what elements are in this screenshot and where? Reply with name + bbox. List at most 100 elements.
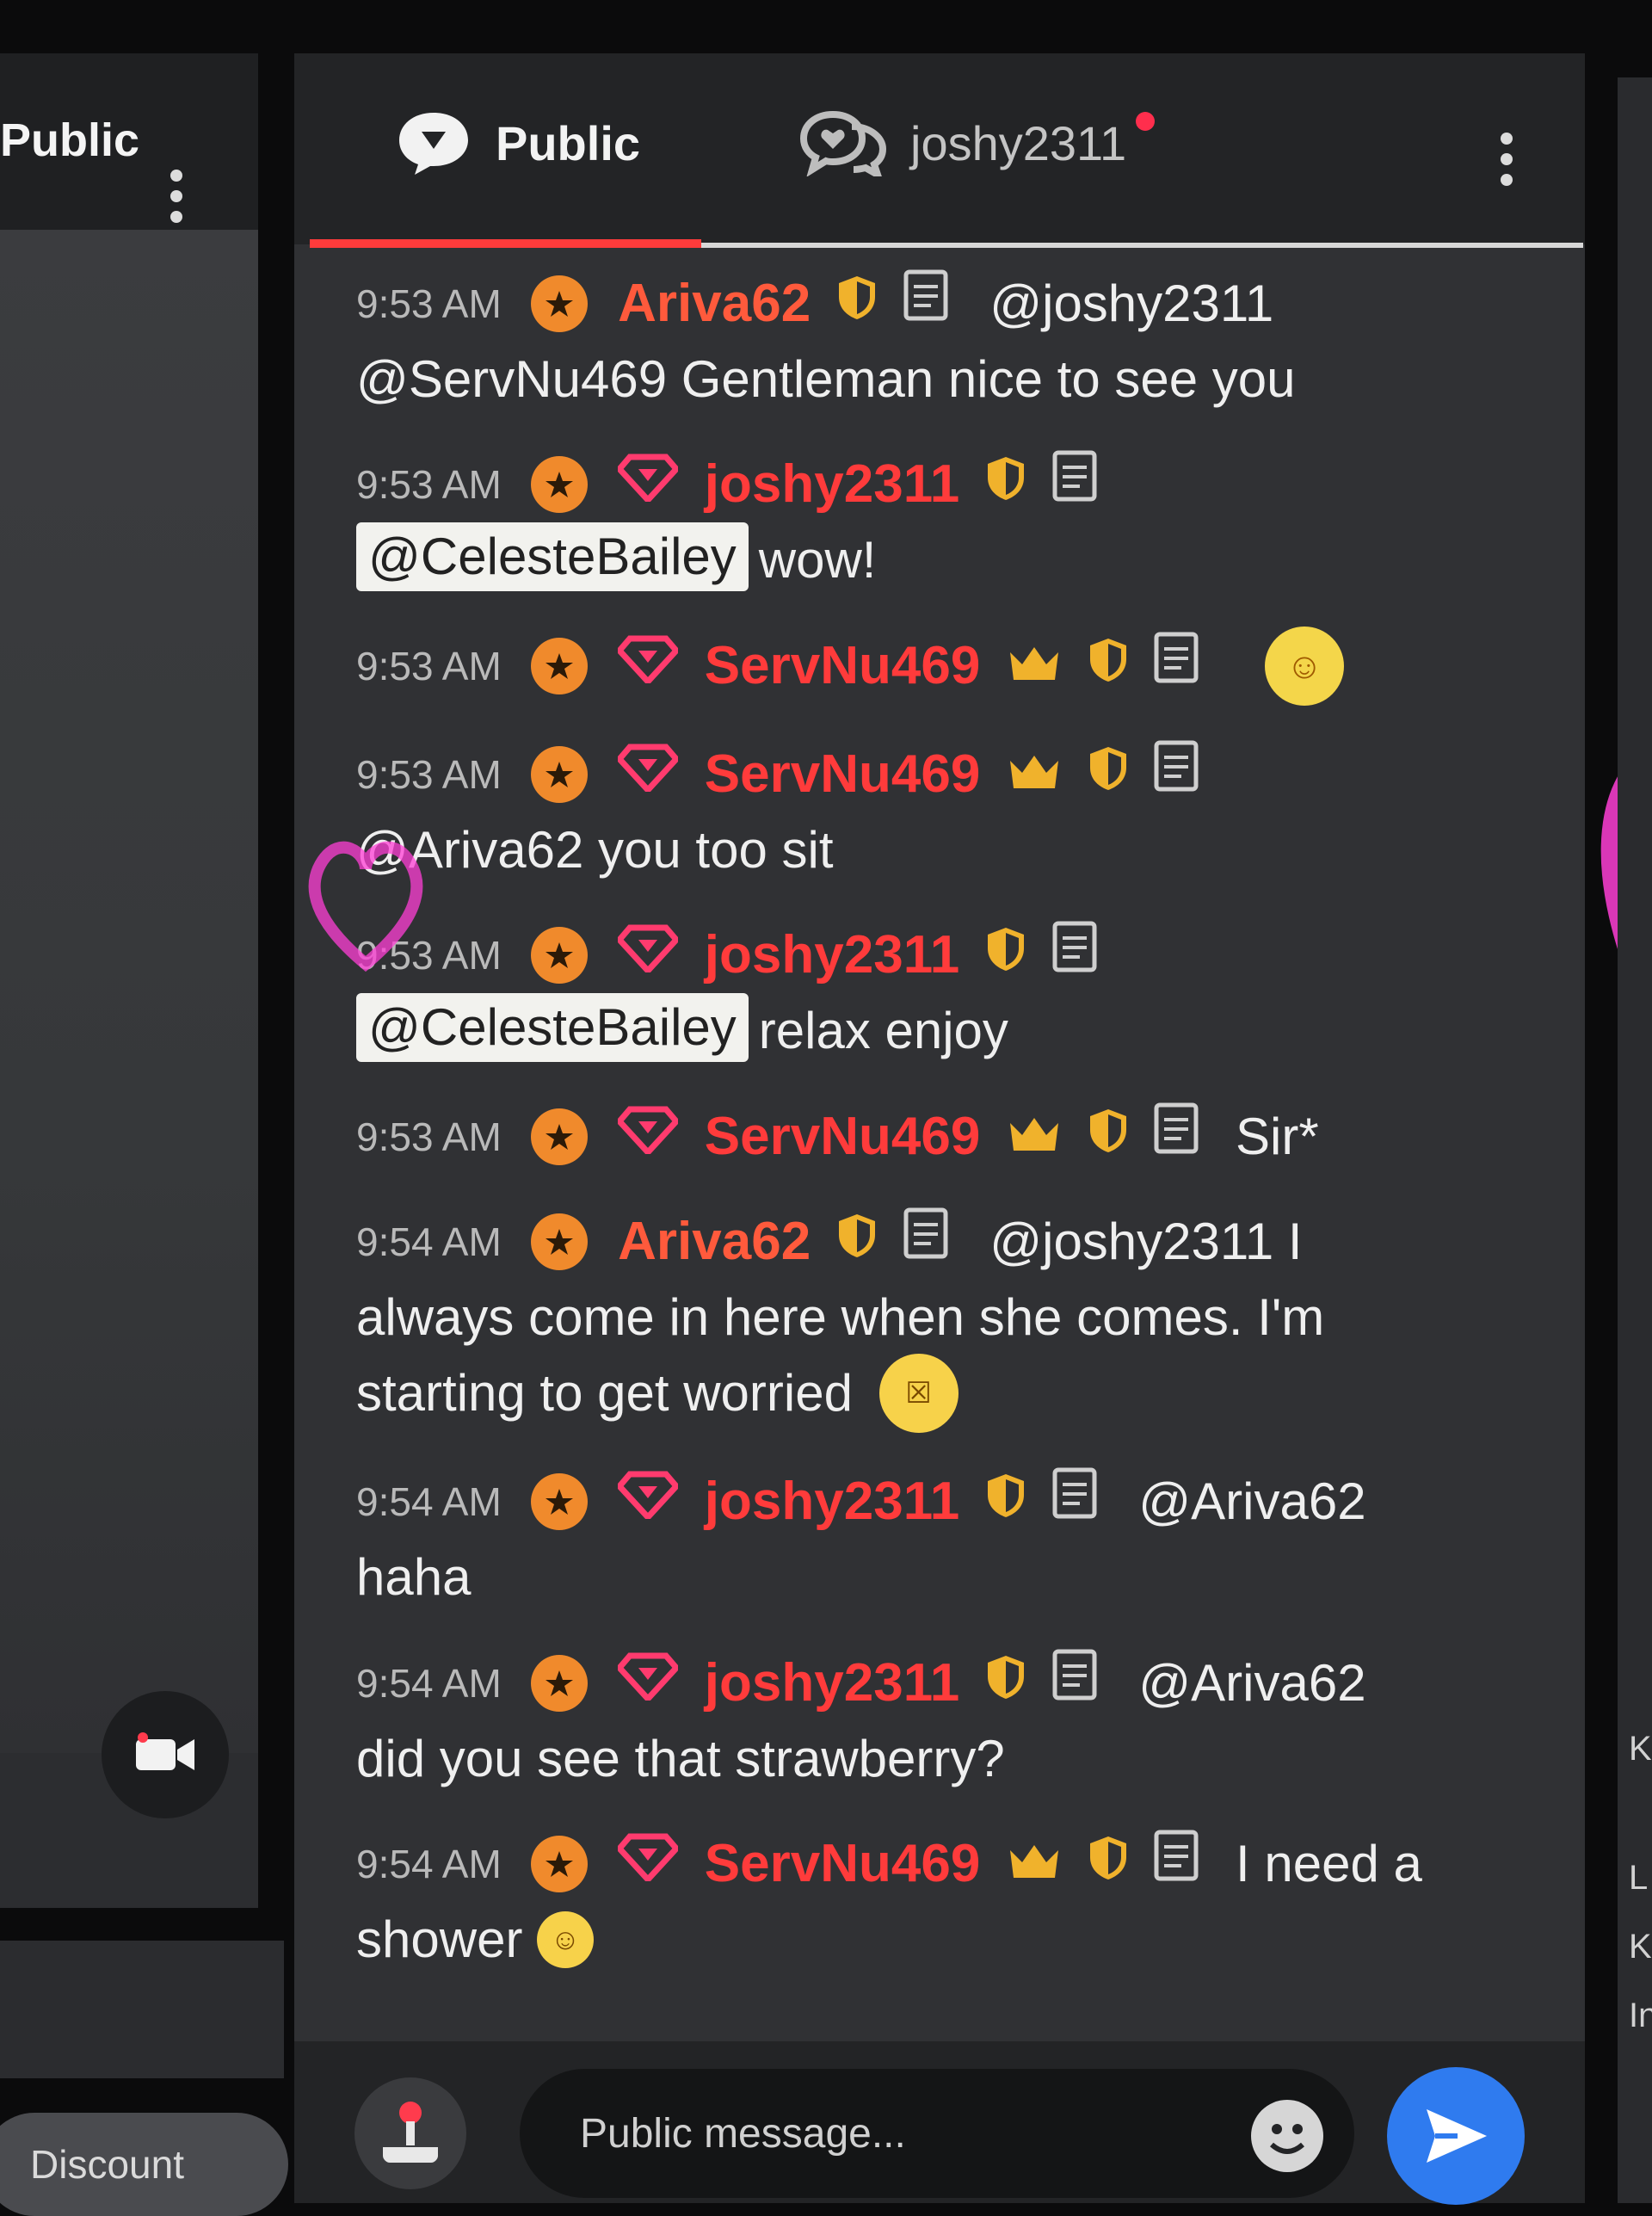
message-text: did you see that strawberry?: [356, 1729, 1005, 1787]
star-badge-icon: [531, 927, 589, 985]
message-time: 9:53 AM: [356, 643, 502, 688]
send-button[interactable]: [1387, 2067, 1525, 2205]
diamond-badge-icon: [615, 1647, 681, 1719]
game-button[interactable]: [354, 2077, 466, 2189]
message-text: @joshy2311 I: [989, 1212, 1303, 1270]
note-icon[interactable]: [903, 268, 948, 340]
username[interactable]: ServNu469: [705, 636, 981, 695]
chat-panel: Public joshy2311 9:53 AM Ariva62 @joshy2…: [294, 53, 1585, 2205]
username[interactable]: Ariva62: [618, 1212, 811, 1271]
note-icon[interactable]: [1052, 1647, 1097, 1719]
message-time: 9:53 AM: [356, 462, 502, 508]
message-text: always come in here when she comes. I'm: [356, 1287, 1325, 1346]
left-more-icon[interactable]: [170, 170, 182, 223]
diamond-badge-icon: [615, 448, 681, 521]
username[interactable]: Ariva62: [618, 274, 811, 333]
right-panel-text: In: [1629, 1997, 1652, 2034]
neon-heart-left: [308, 841, 423, 972]
star-badge-icon: [531, 1213, 589, 1270]
message-text: @Ariva62: [1138, 1472, 1366, 1531]
shield-icon: [1088, 1828, 1128, 1900]
username[interactable]: ServNu469: [705, 1107, 981, 1166]
note-icon[interactable]: [1052, 448, 1097, 521]
note-icon[interactable]: [1052, 1466, 1097, 1538]
username[interactable]: joshy2311: [705, 925, 959, 985]
message-time: 9:54 AM: [356, 1841, 502, 1886]
chat-message: 9:53 AM ServNu469 @Ariva62 you too sit: [356, 735, 1529, 886]
note-icon[interactable]: [1052, 919, 1097, 991]
message-text: @Ariva62: [1138, 1653, 1366, 1712]
shield-icon: [986, 919, 1026, 991]
message-list[interactable]: 9:53 AM Ariva62 @joshy2311 @ServNu469 Ge…: [294, 264, 1585, 2037]
tab-private-chat[interactable]: joshy2311: [800, 109, 1126, 176]
shield-icon: [1088, 1101, 1128, 1173]
face-emoji-icon: ☺: [1265, 626, 1345, 706]
right-panel-text: K: [1629, 1730, 1652, 1768]
emoji-button[interactable]: [1251, 2100, 1323, 2172]
shield-icon: [986, 448, 1026, 521]
shield-icon: [837, 268, 877, 340]
left-stream-panel: Public: [0, 53, 258, 1908]
left-video-area: [0, 230, 258, 1753]
left-public-tab[interactable]: Public: [0, 114, 139, 167]
message-text: @joshy2311: [989, 275, 1274, 333]
chat-bubble-icon: [399, 113, 468, 175]
message-time: 9:54 AM: [356, 1219, 502, 1264]
left-lower-panel: [0, 1941, 284, 2078]
crown-icon: [1007, 1828, 1062, 1900]
note-icon[interactable]: [1154, 1828, 1199, 1900]
message-text: relax enjoy: [758, 1002, 1008, 1060]
username[interactable]: joshy2311: [705, 1472, 959, 1531]
message-text: @ServNu469 Gentleman nice to see you: [356, 350, 1296, 409]
shield-icon: [1088, 630, 1128, 702]
star-badge-icon: [531, 745, 589, 803]
discount-button[interactable]: Discount: [0, 2113, 288, 2216]
note-icon[interactable]: [1154, 738, 1199, 811]
star-badge-icon: [531, 1473, 589, 1531]
mention-highlight[interactable]: @CelesteBailey: [356, 522, 749, 592]
message-time: 9:54 AM: [356, 1660, 502, 1706]
note-icon[interactable]: [903, 1206, 948, 1278]
note-icon[interactable]: [1154, 1101, 1199, 1173]
camera-button[interactable]: [102, 1691, 229, 1818]
right-panel-text: L: [1629, 1859, 1649, 1897]
username[interactable]: ServNu469: [705, 1834, 981, 1893]
diamond-badge-icon: [615, 919, 681, 991]
chat-message: 9:53 AM Ariva62 @joshy2311 @ServNu469 Ge…: [356, 264, 1529, 416]
shield-icon: [986, 1647, 1026, 1719]
message-text: starting to get worried: [356, 1364, 853, 1423]
message-time: 9:53 AM: [356, 1114, 502, 1159]
star-badge-icon: [531, 1835, 589, 1892]
left-panel-header: Public: [0, 53, 258, 230]
chat-header: Public joshy2311: [294, 53, 1585, 244]
joystick-icon: [383, 2102, 438, 2163]
grinning-emoji-icon: ☺: [537, 1910, 595, 1968]
chat-more-icon[interactable]: [1501, 133, 1513, 186]
chat-message: 9:53 AM joshy2311 @CelesteBailey relax en…: [356, 916, 1529, 1067]
message-text: shower: [356, 1910, 523, 1968]
note-icon[interactable]: [1154, 630, 1199, 702]
username[interactable]: ServNu469: [705, 744, 981, 804]
chat-message: 9:54 AM joshy2311 @Ariva62 haha: [356, 1462, 1529, 1614]
message-time: 9:53 AM: [356, 281, 502, 327]
diamond-badge-icon: [615, 1466, 681, 1538]
chat-message: 9:54 AM ServNu469 I need a shower ☺: [356, 1824, 1529, 1976]
message-input[interactable]: [520, 2069, 1354, 2198]
message-time: 9:54 AM: [356, 1479, 502, 1525]
mention-highlight[interactable]: @CelesteBailey: [356, 993, 749, 1063]
username[interactable]: joshy2311: [705, 1653, 959, 1713]
chat-message: 9:53 AM joshy2311 @CelesteBailey wow!: [356, 445, 1529, 596]
crown-icon: [1007, 630, 1062, 702]
chat-message: 9:54 AM Ariva62 @joshy2311 I always come…: [356, 1202, 1529, 1434]
notification-dot: [1136, 112, 1155, 131]
shield-icon: [1088, 738, 1128, 811]
username[interactable]: joshy2311: [705, 454, 959, 514]
star-badge-icon: [531, 456, 589, 514]
star-badge-icon: [531, 1654, 589, 1712]
diamond-badge-icon: [615, 1828, 681, 1900]
diamond-badge-icon: [615, 738, 681, 811]
message-text: wow!: [758, 531, 877, 589]
active-tab-indicator: [310, 239, 701, 248]
tab-public[interactable]: Public: [396, 109, 640, 176]
chat-message: 9:54 AM joshy2311 @Ariva62 did you see t…: [356, 1643, 1529, 1794]
